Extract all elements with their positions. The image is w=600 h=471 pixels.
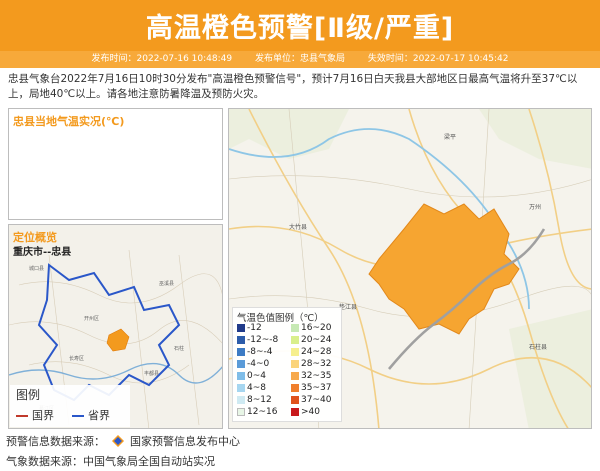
svg-text:万州: 万州 <box>529 204 541 211</box>
legend-item: 8~12 <box>237 395 272 405</box>
legend-item: -8~-4 <box>237 347 273 357</box>
temperature-legend-title: 气温色值图例（℃） <box>237 313 324 324</box>
legend-item: 0~4 <box>237 371 266 381</box>
provincial-border-line-icon <box>72 415 84 417</box>
nmc-logo-icon <box>111 435 124 447</box>
svg-text:大竹县: 大竹县 <box>289 223 307 231</box>
warning-data-source: 预警信息数据来源： 国家预警信息发布中心 <box>6 435 240 448</box>
legend-item: 20~24 <box>291 335 331 345</box>
warning-description: 忠县气象台2022年7月16日10时30分发布"高温橙色预警信号"，预计7月16… <box>8 73 578 100</box>
legend-item: 12~16 <box>237 407 277 417</box>
warning-meta-bar: 发布时间：2022-07-16 10:48:49 发布单位：忠县气象局 失效时间… <box>0 51 600 68</box>
temperature-color-legend: 气温色值图例（℃） -12 -12~-8 -8~-4 -4~0 0~4 4~8 … <box>232 307 342 422</box>
legend-item: 24~28 <box>291 347 331 357</box>
legend-provincial-border: 省界 <box>72 407 110 423</box>
legend-item: -4~0 <box>237 359 269 369</box>
location-place-name: 重庆市--忠县 <box>13 247 72 258</box>
local-temperature-title: 忠县当地气温实况(℃) <box>13 115 125 128</box>
legend-item: >40 <box>291 407 320 417</box>
legend-item: 32~35 <box>291 371 331 381</box>
boundary-legend: 图例 国界 省界 <box>10 385 130 427</box>
svg-text:丰都县: 丰都县 <box>144 370 159 377</box>
legend-item: -12~-8 <box>237 335 278 345</box>
local-temperature-panel: 忠县当地气温实况(℃) <box>8 108 223 220</box>
expire-time: 失效时间：2022-07-17 10:45:42 <box>367 54 509 64</box>
svg-text:石柱县: 石柱县 <box>529 343 547 351</box>
issue-time: 发布时间：2022-07-16 10:48:49 <box>91 54 233 64</box>
svg-text:长寿区: 长寿区 <box>69 355 84 362</box>
svg-text:巫溪县: 巫溪县 <box>159 280 174 287</box>
legend-national-border: 国界 <box>16 407 54 423</box>
issuer: 发布单位：忠县气象局 <box>254 54 345 64</box>
legend-item: 37~40 <box>291 395 331 405</box>
legend-item: 4~8 <box>237 383 266 393</box>
warning-title: 高温橙色预警[Ⅱ级/严重] <box>145 13 455 44</box>
warning-header: 高温橙色预警[Ⅱ级/严重] <box>0 0 600 51</box>
svg-text:城口县: 城口县 <box>29 265 44 272</box>
national-border-line-icon <box>16 415 28 417</box>
legend-item: -12 <box>237 323 262 333</box>
svg-text:开州区: 开州区 <box>84 316 99 322</box>
legend-item: 35~37 <box>291 383 331 393</box>
legend-item: 28~32 <box>291 359 331 369</box>
warning-source-link[interactable]: 国家预警信息发布中心 <box>130 435 240 448</box>
svg-text:梁平: 梁平 <box>444 133 456 141</box>
svg-text:石柱: 石柱 <box>174 345 184 352</box>
weather-data-source: 气象数据来源：中国气象局全国自动站实况 <box>6 455 215 468</box>
legend-item: 16~20 <box>291 323 331 333</box>
boundary-legend-title: 图例 <box>16 388 41 402</box>
